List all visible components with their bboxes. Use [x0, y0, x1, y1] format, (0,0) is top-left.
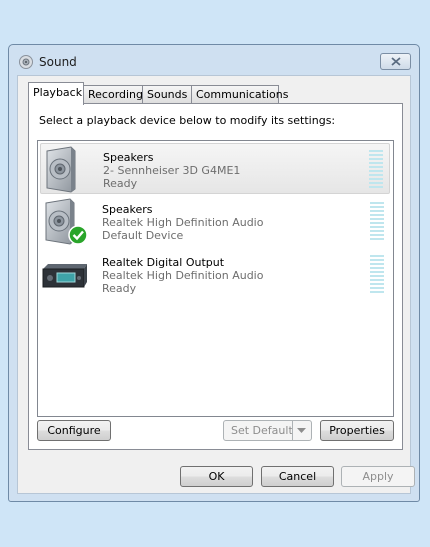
level-meter: [370, 255, 384, 295]
cancel-button[interactable]: Cancel: [261, 466, 334, 487]
tab-communications[interactable]: Communications: [191, 85, 288, 103]
device-text: Speakers 2- Sennheiser 3D G4ME1 Ready: [103, 151, 240, 190]
list-item-device[interactable]: Realtek Digital Output Realtek High Defi…: [40, 249, 390, 300]
tab-label: Recording: [88, 88, 144, 101]
level-meter: [369, 150, 383, 190]
speaker-default-icon: [45, 198, 88, 245]
tab-sounds[interactable]: Sounds: [142, 85, 192, 103]
tab-playback[interactable]: Playback: [28, 82, 84, 105]
device-status: Ready: [103, 177, 138, 190]
list-item-device[interactable]: Speakers 2- Sennheiser 3D G4ME1 Ready: [40, 143, 390, 194]
apply-label: Apply: [362, 470, 394, 483]
device-description: 2- Sennheiser 3D G4ME1: [103, 164, 241, 177]
ok-button[interactable]: OK: [180, 466, 253, 487]
properties-button[interactable]: Properties: [320, 420, 394, 441]
sound-dialog: Sound Playback Recording Sounds Communic…: [8, 44, 420, 502]
window-title: Sound: [39, 55, 77, 69]
set-default-dropdown[interactable]: [292, 421, 311, 440]
apply-button[interactable]: Apply: [341, 466, 415, 487]
close-button[interactable]: [380, 53, 411, 70]
close-icon: [391, 57, 401, 66]
properties-label: Properties: [329, 424, 385, 437]
sound-icon: [19, 55, 33, 69]
check-icon: [68, 225, 88, 245]
device-name: Speakers: [103, 151, 154, 164]
set-default-button[interactable]: Set Default: [223, 420, 312, 441]
device-text: Realtek Digital Output Realtek High Defi…: [102, 256, 263, 295]
tab-label: Communications: [196, 88, 289, 101]
configure-button[interactable]: Configure: [37, 420, 111, 441]
cancel-label: Cancel: [278, 470, 317, 483]
ok-label: OK: [208, 470, 225, 483]
dialog-client-area: Playback Recording Sounds Communications…: [17, 75, 415, 494]
device-status: Ready: [102, 282, 137, 295]
instructions-text: Select a playback device below to modify…: [39, 114, 336, 127]
configure-label: Configure: [47, 424, 101, 437]
tab-recording[interactable]: Recording: [83, 85, 143, 103]
tab-label: Playback: [33, 86, 83, 99]
list-item-device[interactable]: Speakers Realtek High Definition Audio D…: [40, 196, 390, 247]
device-text: Speakers Realtek High Definition Audio D…: [102, 203, 263, 242]
device-description: Realtek High Definition Audio: [102, 269, 264, 282]
set-default-label: Set Default: [231, 424, 293, 437]
playback-panel: Select a playback device below to modify…: [28, 103, 403, 450]
device-list[interactable]: Speakers 2- Sennheiser 3D G4ME1 Ready Sp…: [37, 140, 394, 417]
title-bar[interactable]: Sound: [9, 45, 419, 75]
tab-label: Sounds: [147, 88, 188, 101]
device-name: Speakers: [102, 203, 153, 216]
digital-output-icon: [42, 264, 87, 288]
device-status: Default Device: [102, 229, 184, 242]
level-meter: [370, 202, 384, 242]
chevron-down-icon: [297, 428, 306, 433]
device-description: Realtek High Definition Audio: [102, 216, 264, 229]
device-name: Realtek Digital Output: [102, 256, 225, 269]
speaker-icon: [46, 146, 76, 193]
